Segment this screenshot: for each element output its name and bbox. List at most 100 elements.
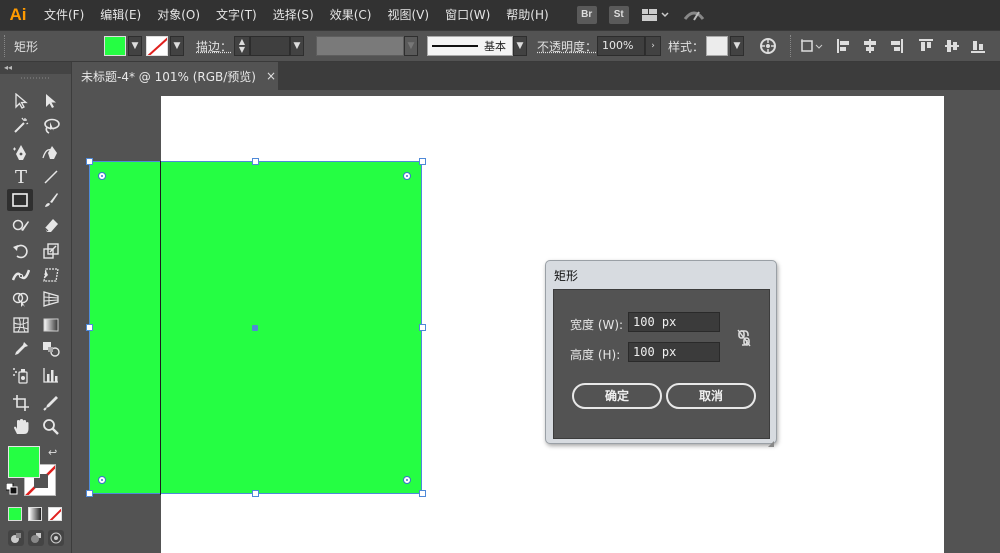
stroke-weight-field[interactable] — [250, 36, 290, 56]
cancel-button[interactable]: 取消 — [666, 383, 756, 409]
bridge-button[interactable]: Br — [576, 6, 597, 24]
free-transform-icon[interactable] — [38, 264, 64, 286]
resize-handle-bottom[interactable] — [252, 490, 259, 497]
menu-view[interactable]: 视图(V) — [379, 0, 437, 30]
fill-color-swatch[interactable] — [104, 36, 126, 56]
magic-wand-icon[interactable] — [8, 115, 34, 137]
resize-grip-icon[interactable] — [768, 436, 774, 447]
paintbrush-icon[interactable] — [38, 189, 64, 211]
width-field[interactable]: 100 px — [628, 312, 720, 332]
fill-color-swatch[interactable] — [8, 446, 40, 478]
draw-behind-icon[interactable] — [28, 530, 44, 546]
menu-object[interactable]: 对象(O) — [149, 0, 208, 30]
draw-normal-icon[interactable] — [8, 530, 24, 546]
graphic-style-control[interactable]: ▼ — [706, 31, 744, 61]
scale-tool-icon[interactable] — [38, 240, 64, 262]
resize-handle-top-right[interactable] — [419, 158, 426, 165]
panel-grip[interactable] — [4, 35, 8, 57]
rotate-tool-icon[interactable] — [8, 240, 34, 262]
chevron-down-icon[interactable]: ▼ — [404, 36, 418, 56]
resize-handle-bottom-left[interactable] — [86, 490, 93, 497]
chevron-down-icon[interactable]: ▼ — [513, 36, 527, 56]
resize-handle-bottom-right[interactable] — [419, 490, 426, 497]
align-bottom-icon[interactable] — [970, 31, 986, 61]
stepper-icon[interactable]: ▲ ▼ — [234, 36, 250, 56]
corner-widget-bottom-right[interactable] — [403, 476, 411, 484]
chevron-right-icon[interactable]: › — [645, 36, 661, 56]
direct-selection-tool-icon[interactable] — [38, 90, 64, 112]
opacity-control[interactable]: 100% › — [597, 31, 661, 61]
corner-widget-top-right[interactable] — [403, 172, 411, 180]
stroke-none-swatch[interactable] — [146, 36, 168, 56]
default-fill-stroke-icon[interactable] — [5, 482, 18, 495]
blend-tool-icon[interactable] — [38, 338, 64, 360]
line-segment-icon[interactable] — [38, 166, 64, 188]
resize-handle-top-left[interactable] — [86, 158, 93, 165]
chevron-down-icon[interactable]: ▼ — [128, 36, 142, 56]
arrange-documents-icon[interactable] — [639, 5, 673, 25]
menu-help[interactable]: 帮助(H) — [498, 0, 556, 30]
menu-effect[interactable]: 效果(C) — [322, 0, 380, 30]
canvas[interactable] — [73, 90, 1000, 553]
ok-button[interactable]: 确定 — [572, 383, 662, 409]
gradient-mode-icon[interactable] — [28, 507, 42, 521]
curvature-tool-icon[interactable] — [38, 142, 64, 164]
rectangle-tool-icon[interactable] — [7, 189, 33, 211]
align-horizontal-center-icon[interactable] — [862, 31, 878, 61]
constrain-proportions-icon[interactable] — [736, 328, 752, 348]
shape-builder-icon[interactable] — [8, 288, 34, 310]
align-right-icon[interactable] — [888, 31, 904, 61]
swap-fill-stroke-icon[interactable]: ↩ — [48, 446, 57, 459]
opacity-field[interactable]: 100% — [597, 36, 645, 56]
gpu-performance-icon[interactable] — [681, 5, 707, 25]
gradient-tool-icon[interactable] — [38, 314, 64, 336]
eyedropper-icon[interactable] — [8, 338, 34, 360]
panel-grip[interactable] — [0, 74, 71, 82]
brush-preview[interactable]: 基本 — [427, 36, 513, 56]
close-icon[interactable]: × — [266, 69, 276, 83]
align-vertical-center-icon[interactable] — [944, 31, 960, 61]
menu-type[interactable]: 文字(T) — [208, 0, 265, 30]
selection-tool-icon[interactable] — [8, 90, 34, 112]
collapse-panel-icon[interactable]: ◂◂ — [0, 62, 71, 74]
resize-handle-left[interactable] — [86, 324, 93, 331]
profile-preview[interactable] — [316, 36, 404, 56]
stock-button[interactable]: St — [608, 6, 629, 24]
menu-file[interactable]: 文件(F) — [36, 0, 92, 30]
color-mode-icon[interactable] — [8, 507, 22, 521]
menu-edit[interactable]: 编辑(E) — [92, 0, 149, 30]
hand-tool-icon[interactable] — [8, 416, 34, 438]
none-mode-icon[interactable] — [48, 507, 62, 521]
document-tab[interactable]: 未标题-4* @ 101% (RGB/预览) × — [73, 62, 278, 90]
mesh-tool-icon[interactable] — [8, 314, 34, 336]
corner-widget-bottom-left[interactable] — [98, 476, 106, 484]
pen-tool-icon[interactable] — [8, 142, 34, 164]
menu-select[interactable]: 选择(S) — [265, 0, 322, 30]
width-tool-icon[interactable] — [8, 264, 34, 286]
eraser-icon[interactable] — [38, 214, 64, 236]
perspective-grid-icon[interactable] — [38, 288, 64, 310]
menu-window[interactable]: 窗口(W) — [437, 0, 498, 30]
zoom-tool-icon[interactable] — [38, 416, 64, 438]
transform-icon[interactable] — [800, 31, 824, 61]
shaper-tool-icon[interactable] — [8, 214, 34, 236]
align-left-icon[interactable] — [836, 31, 852, 61]
artboard-tool-icon[interactable] — [8, 392, 34, 414]
align-top-icon[interactable] — [918, 31, 934, 61]
column-graph-icon[interactable] — [38, 364, 64, 386]
variable-width-profile[interactable]: ▼ — [316, 31, 418, 61]
chevron-down-icon[interactable]: ▼ — [730, 36, 744, 56]
lasso-icon[interactable] — [38, 115, 64, 137]
brush-definition-control[interactable]: 基本 ▼ — [427, 31, 527, 61]
type-tool-icon[interactable]: T — [8, 166, 34, 188]
recolor-artwork-icon[interactable] — [759, 31, 777, 61]
stroke-weight-control[interactable]: ▲ ▼ ▼ — [234, 31, 304, 61]
graphic-style-swatch[interactable] — [706, 36, 728, 56]
chevron-down-icon[interactable]: ▼ — [290, 36, 304, 56]
draw-inside-icon[interactable] — [48, 530, 64, 546]
slice-tool-icon[interactable] — [38, 392, 64, 414]
panel-grip[interactable] — [790, 35, 794, 57]
resize-handle-top[interactable] — [252, 158, 259, 165]
stroke-color-control[interactable]: ▼ — [146, 31, 184, 61]
chevron-down-icon[interactable]: ▼ — [170, 36, 184, 56]
